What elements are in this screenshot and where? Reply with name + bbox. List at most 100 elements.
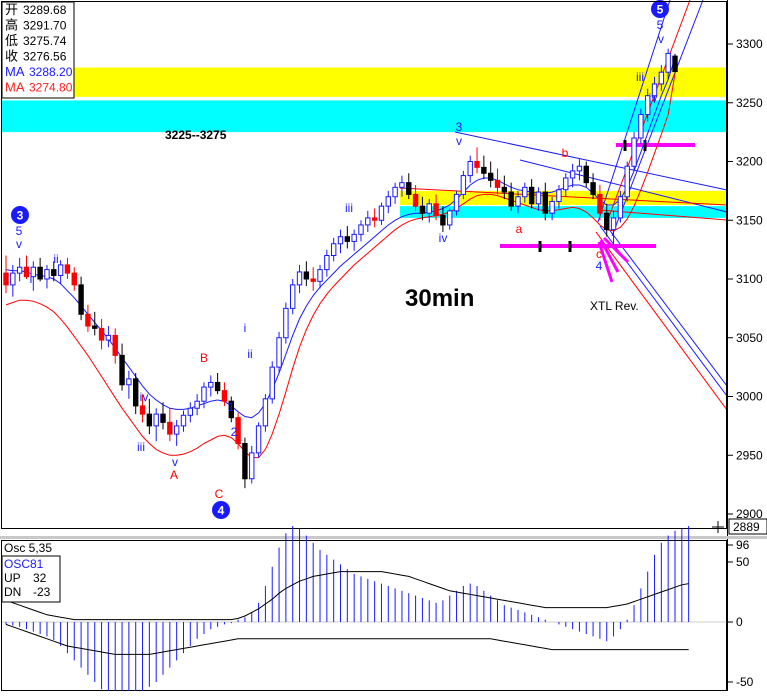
svg-text:i: i [244, 321, 247, 335]
wave-label: iv [439, 231, 448, 245]
wave-label: iii [345, 201, 353, 215]
wave-label: v [16, 237, 22, 251]
wave-label: v [172, 455, 178, 469]
ohlc-row: 收 3276.56 [5, 49, 67, 64]
svg-text:2: 2 [231, 425, 238, 439]
zone-yellow [2, 67, 727, 97]
candle [672, 53, 678, 73]
svg-text:3274.80: 3274.80 [29, 81, 73, 95]
svg-text:5: 5 [16, 224, 23, 238]
candle [269, 361, 275, 404]
ohlc-row: 开 3289.68 [5, 2, 67, 17]
wave-label: i [244, 321, 247, 335]
svg-text:3291.70: 3291.70 [23, 19, 67, 33]
wave-label: iii [636, 70, 644, 84]
ohlc-row: 高 3291.70 [5, 18, 67, 33]
wave-label: i [30, 272, 33, 286]
osc-tick-label: 50 [736, 555, 750, 569]
svg-text:A: A [170, 468, 178, 482]
svg-text:C: C [215, 487, 224, 501]
candle [460, 170, 467, 200]
price-tick-label: 2950 [736, 448, 763, 462]
candle [276, 331, 282, 373]
osc-tick-label: 0 [736, 615, 743, 629]
zone-cyan [2, 100, 727, 133]
timeframe-label: 30min [405, 285, 474, 312]
price-tick-label: 3300 [736, 37, 763, 51]
ohlc-row: 低 3275.74 [5, 33, 67, 48]
wave-label: C [215, 487, 224, 501]
svg-text:UP: UP [4, 571, 21, 585]
svg-text:ii: ii [53, 252, 58, 266]
svg-text:收: 收 [5, 49, 18, 64]
svg-text:32: 32 [33, 571, 47, 585]
price-tick-label: 3150 [736, 213, 763, 227]
wave-label: v [658, 32, 664, 46]
svg-text:低: 低 [5, 33, 18, 48]
svg-text:B: B [200, 351, 208, 365]
candle [631, 132, 637, 171]
svg-text:iii: iii [345, 201, 353, 215]
wave-label: B [200, 351, 208, 365]
svg-text:3289.68: 3289.68 [23, 3, 67, 17]
svg-text:v: v [456, 134, 462, 148]
price-tick-label: 3000 [736, 390, 763, 404]
svg-text:MA: MA [5, 80, 25, 95]
svg-text:v: v [172, 455, 178, 469]
svg-text:DN: DN [4, 585, 21, 599]
ohlc-readout: 开 3289.68高 3291.70低 3275.74收 3276.56MA 3288.2… [1, 1, 75, 99]
svg-text:i: i [30, 272, 33, 286]
osc-tick-label: 96 [736, 538, 750, 552]
wave-label: 1 [228, 400, 235, 414]
svg-text:5: 5 [657, 3, 664, 17]
svg-text:高: 高 [5, 18, 18, 33]
svg-text:iv: iv [649, 91, 658, 105]
svg-text:3: 3 [456, 120, 463, 134]
chart-canvas: 35viiiiviiivABC412iiiiiiiv3vabc4iiiivv55… [0, 0, 767, 696]
wave-label: a [516, 222, 523, 236]
candle [283, 302, 289, 344]
svg-text:3276.56: 3276.56 [23, 50, 67, 64]
svg-text:iv: iv [439, 231, 448, 245]
osc-tick-label: -50 [736, 675, 754, 689]
price-tick-label: 3050 [736, 331, 763, 345]
wave-label: ii [53, 252, 58, 266]
svg-text:3: 3 [17, 209, 24, 223]
svg-text:iii: iii [137, 440, 145, 454]
price-tick-label: 3200 [736, 155, 763, 169]
xtl-reversal-label: XTL Rev. [590, 299, 639, 313]
zone-label: 3225--3275 [165, 128, 227, 142]
ohlc-row: MA 3274.80 [5, 80, 73, 95]
wave-label: b [562, 146, 569, 160]
wave-label-circled: 3 [11, 206, 29, 224]
wave-label: 2 [231, 425, 238, 439]
svg-text:-23: -23 [33, 585, 51, 599]
svg-text:iv: iv [140, 390, 149, 404]
ohlc-row: MA 3288.20 [5, 64, 73, 79]
price-tick-label: 3250 [736, 96, 763, 110]
svg-text:ii: ii [247, 347, 252, 361]
svg-text:5: 5 [657, 18, 664, 32]
svg-text:v: v [16, 237, 22, 251]
wave-label-circled: 4 [212, 501, 230, 519]
wave-label-circled: 5 [651, 0, 669, 18]
wave-label: v [456, 134, 462, 148]
svg-text:4: 4 [596, 259, 603, 273]
wave-label: 5 [657, 18, 664, 32]
svg-text:OSC81: OSC81 [4, 557, 44, 571]
current-price-label: 2889 [733, 520, 760, 534]
svg-text:4: 4 [218, 504, 225, 518]
svg-text:iii: iii [636, 70, 644, 84]
wave-label: iv [649, 91, 658, 105]
osc-title: Osc 5,35 [4, 541, 52, 555]
svg-text:1: 1 [228, 400, 235, 414]
wave-label: iii [137, 440, 145, 454]
wave-label: ii [247, 347, 252, 361]
wave-label: A [170, 468, 178, 482]
svg-text:v: v [658, 32, 664, 46]
candle [262, 394, 269, 432]
chart-window: 3 5 v ii i iv iii v A B C 4 1 2 i ii iii iv 3 v a b c 4 iii iv v 5 5… [0, 0, 767, 696]
svg-text:MA: MA [5, 64, 25, 79]
candle [255, 422, 262, 458]
svg-text:a: a [516, 222, 523, 236]
